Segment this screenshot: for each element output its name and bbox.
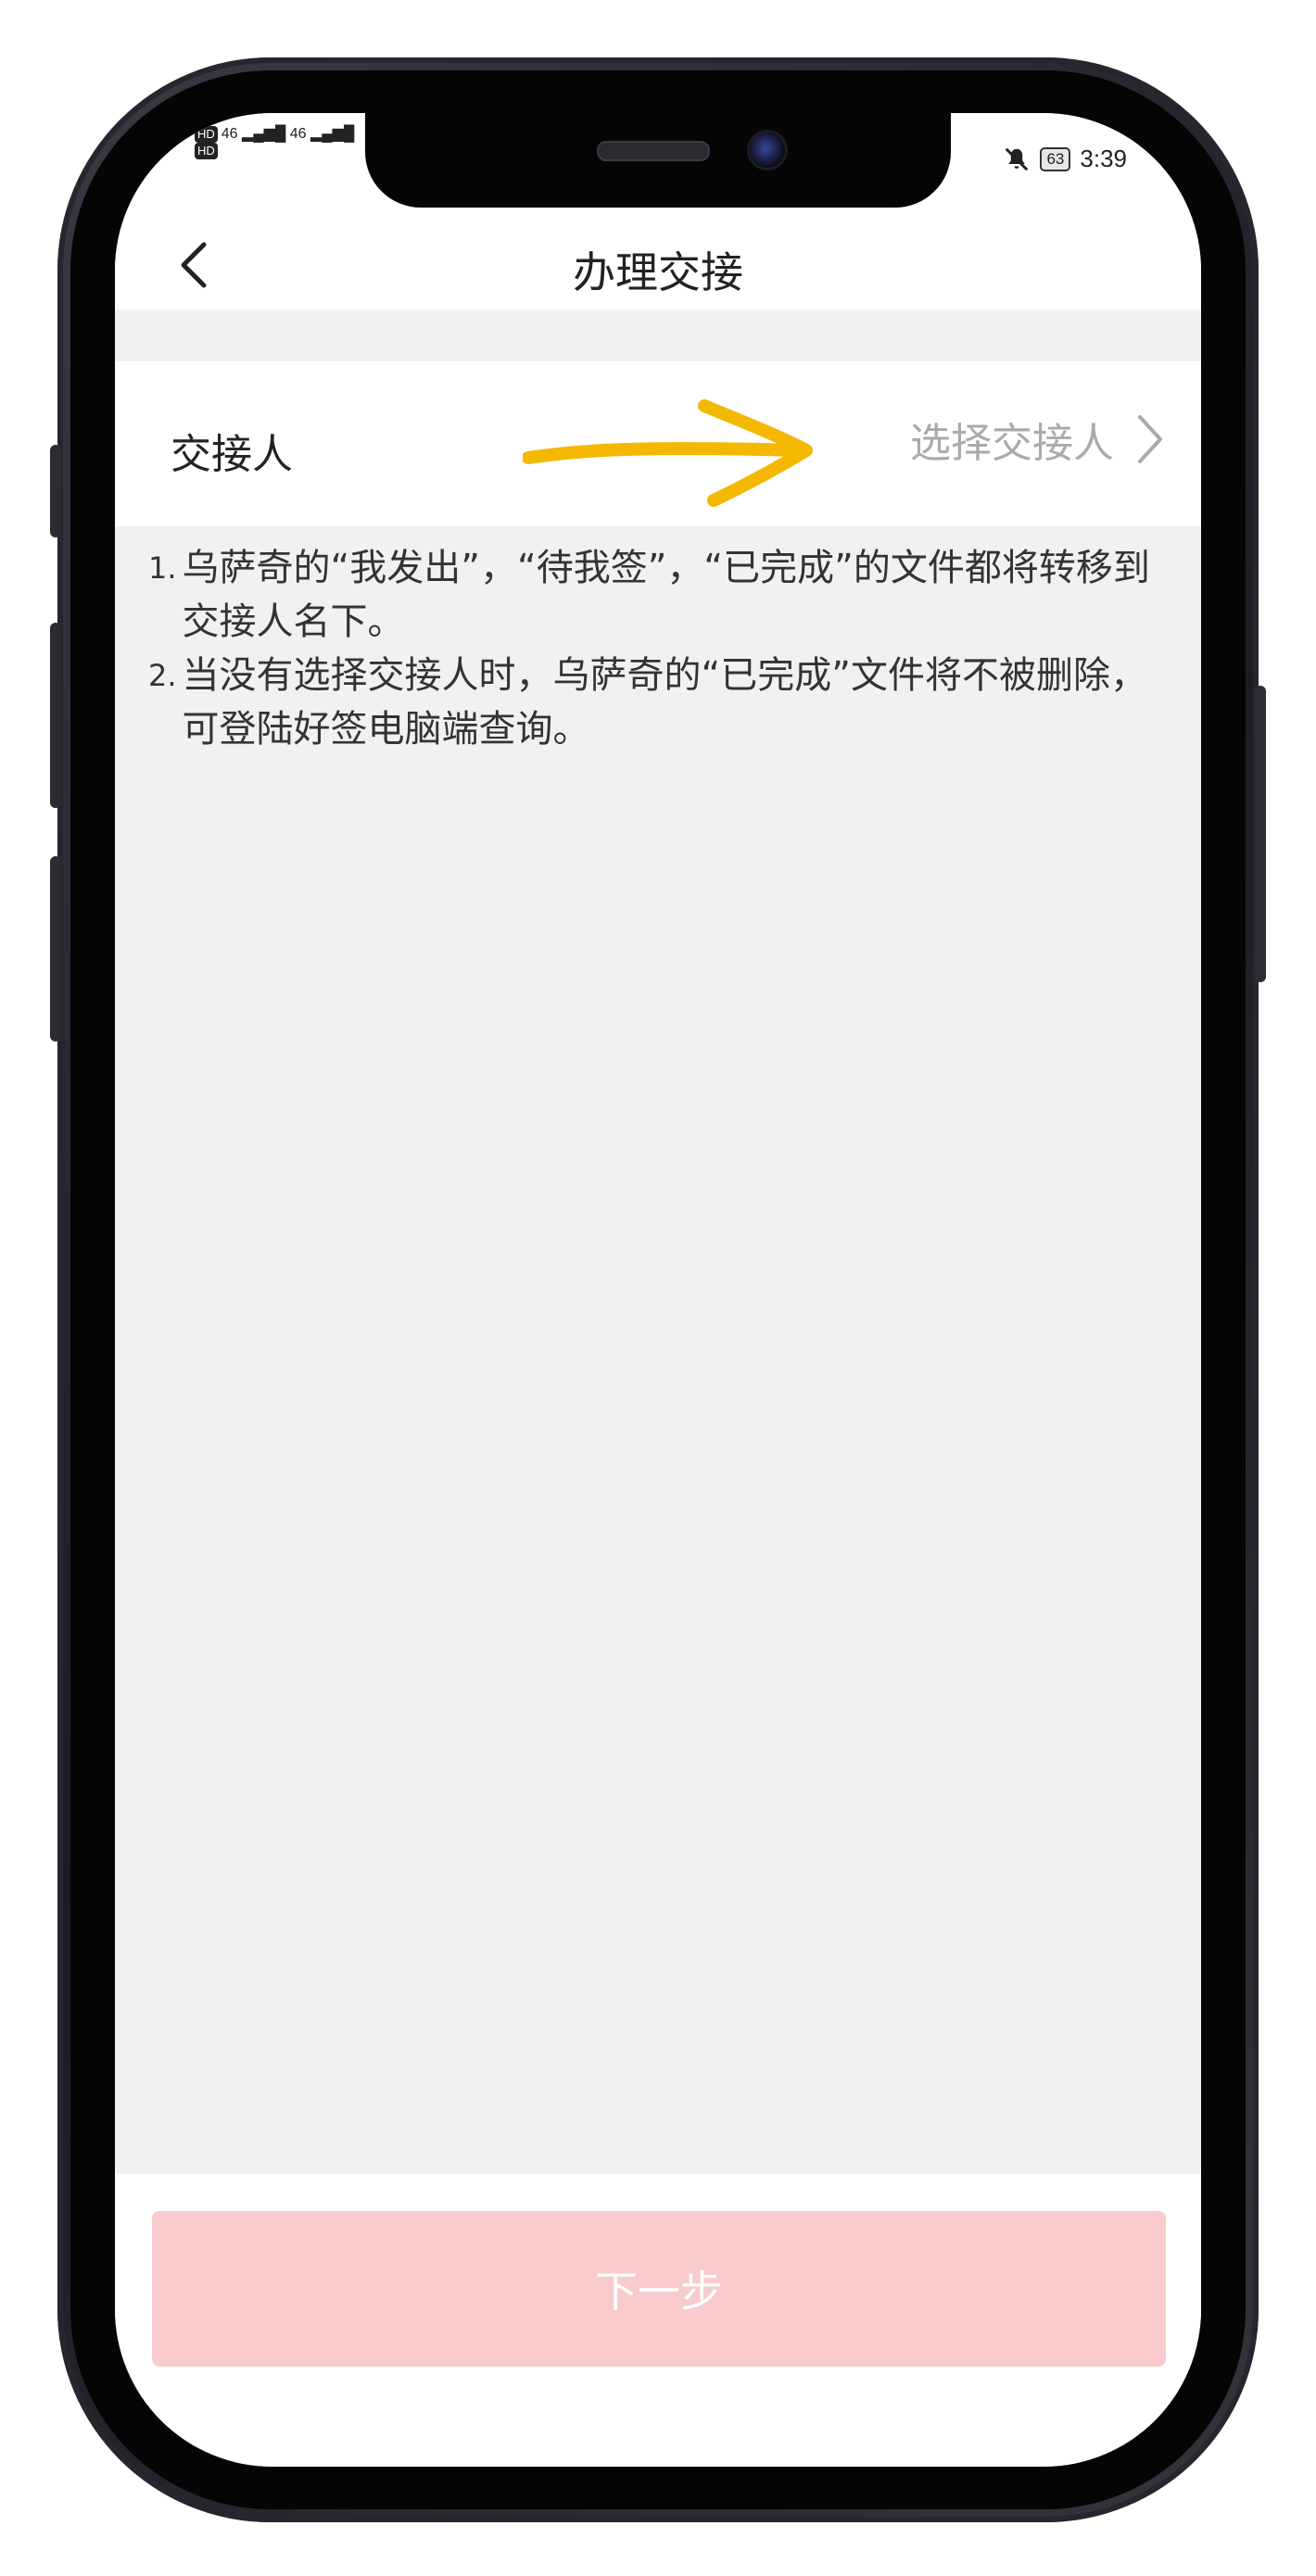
phone-screen: HD 46 ▂▄▆█ 46 ▂▄▆█ HD 63 3:39 办理交接 交接人 选…	[115, 113, 1201, 2467]
next-step-button[interactable]: 下一步	[152, 2211, 1166, 2367]
note-item: 1. 乌萨奇的“我发出”，“待我签”，“已完成”的文件都将转移到交接人名下。	[148, 541, 1173, 649]
signal-indicators: HD 46 ▂▄▆█ 46 ▂▄▆█ HD	[195, 126, 354, 159]
handover-notes: 1. 乌萨奇的“我发出”，“待我签”，“已完成”的文件都将转移到交接人名下。 2…	[148, 541, 1173, 756]
clock: 3:39	[1080, 145, 1127, 172]
select-handover-person[interactable]: 选择交接人	[910, 410, 1166, 469]
note-number: 2.	[148, 658, 177, 693]
volume-down-button	[50, 856, 61, 1042]
chevron-right-icon	[1138, 415, 1162, 463]
handover-person-row[interactable]: 交接人 选择交接人	[115, 361, 1201, 526]
note-text: 当没有选择交接人时，乌萨奇的“已完成”文件将不被删除，可登陆好签电脑端查询。	[182, 654, 1147, 751]
status-right: 63 3:39	[1003, 145, 1127, 173]
annotation-arrow-icon	[523, 399, 813, 507]
volume-up-button	[50, 623, 61, 808]
earpiece-speaker	[597, 141, 710, 161]
nav-bar: 办理交接	[115, 215, 1201, 309]
handover-person-label: 交接人	[171, 431, 293, 478]
battery-indicator: 63	[1040, 146, 1071, 171]
bell-muted-icon	[1006, 147, 1029, 170]
bottom-bar: 下一步	[115, 2174, 1201, 2467]
page-title: 办理交接	[573, 247, 743, 297]
note-item: 2. 当没有选择交接人时，乌萨奇的“已完成”文件将不被删除，可登陆好签电脑端查询…	[148, 649, 1173, 756]
mute-switch	[50, 445, 61, 537]
power-button	[1255, 686, 1266, 982]
notch	[365, 113, 951, 208]
front-camera	[747, 130, 788, 170]
note-number: 1.	[148, 550, 177, 586]
note-text: 乌萨奇的“我发出”，“待我签”，“已完成”的文件都将转移到交接人名下。	[182, 547, 1150, 643]
handover-person-placeholder: 选择交接人	[910, 420, 1114, 467]
